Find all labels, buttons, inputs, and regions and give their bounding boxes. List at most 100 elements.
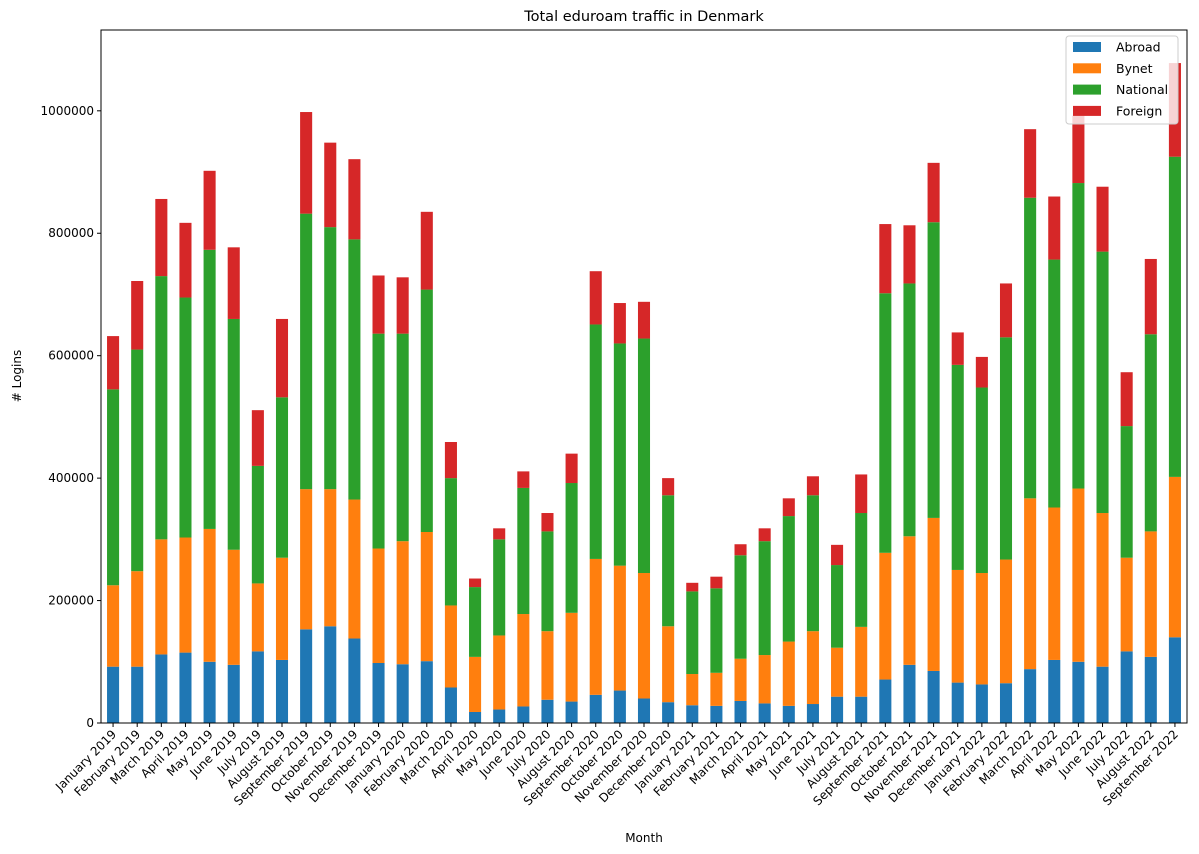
bar-abroad-33 bbox=[903, 664, 916, 723]
bar-bynet-17 bbox=[517, 614, 530, 707]
bar-bynet-9 bbox=[324, 489, 337, 627]
bar-bynet-15 bbox=[469, 656, 482, 712]
bar-foreign-16 bbox=[493, 528, 506, 540]
bar-foreign-14 bbox=[444, 442, 457, 479]
bar-national-43 bbox=[1144, 334, 1157, 532]
bar-foreign-30 bbox=[831, 544, 844, 566]
bar-foreign-36 bbox=[975, 356, 988, 388]
bar-national-4 bbox=[203, 249, 216, 529]
bar-abroad-14 bbox=[444, 687, 457, 723]
bar-foreign-33 bbox=[903, 225, 916, 284]
y-tick-label: 0 bbox=[86, 716, 94, 730]
bar-foreign-40 bbox=[1072, 115, 1085, 184]
bar-national-23 bbox=[662, 495, 675, 627]
bar-abroad-34 bbox=[927, 670, 940, 723]
bar-national-36 bbox=[975, 387, 988, 574]
bar-foreign-19 bbox=[565, 453, 578, 484]
bar-abroad-24 bbox=[686, 705, 699, 723]
y-axis-label: # Logins bbox=[10, 350, 24, 403]
legend-swatch-national bbox=[1073, 84, 1101, 95]
bar-national-10 bbox=[348, 239, 361, 500]
bar-national-6 bbox=[251, 465, 264, 584]
bar-national-13 bbox=[420, 289, 433, 532]
bar-abroad-15 bbox=[469, 711, 482, 723]
bar-bynet-8 bbox=[300, 489, 313, 630]
bar-abroad-41 bbox=[1096, 666, 1109, 723]
bar-foreign-31 bbox=[855, 474, 868, 514]
bar-national-12 bbox=[396, 333, 409, 542]
bar-foreign-39 bbox=[1048, 196, 1061, 260]
bar-bynet-25 bbox=[710, 672, 723, 706]
legend-swatch-abroad bbox=[1073, 42, 1101, 52]
bar-foreign-15 bbox=[469, 578, 482, 588]
bar-abroad-36 bbox=[975, 684, 988, 723]
bar-abroad-32 bbox=[879, 679, 892, 723]
bar-national-14 bbox=[444, 478, 457, 606]
bar-national-44 bbox=[1168, 156, 1181, 477]
bar-bynet-29 bbox=[806, 631, 819, 705]
bar-bynet-33 bbox=[903, 536, 916, 665]
bar-national-40 bbox=[1072, 183, 1085, 489]
bar-national-8 bbox=[300, 213, 313, 490]
bar-abroad-5 bbox=[227, 664, 240, 723]
bar-abroad-20 bbox=[589, 694, 602, 723]
bar-national-27 bbox=[758, 541, 771, 656]
bar-abroad-19 bbox=[565, 701, 578, 723]
bar-bynet-23 bbox=[662, 626, 675, 703]
bar-abroad-28 bbox=[782, 705, 795, 723]
bar-bynet-13 bbox=[420, 531, 433, 662]
bar-bynet-30 bbox=[831, 647, 844, 697]
bar-foreign-23 bbox=[662, 478, 675, 496]
bar-bynet-11 bbox=[372, 548, 385, 664]
bar-national-9 bbox=[324, 227, 337, 490]
bar-bynet-3 bbox=[179, 537, 192, 653]
bar-abroad-12 bbox=[396, 664, 409, 723]
bar-national-20 bbox=[589, 324, 602, 559]
x-axis: January 2019February 2019March 2019April… bbox=[52, 723, 1181, 808]
bar-bynet-39 bbox=[1048, 507, 1061, 660]
bar-foreign-17 bbox=[517, 471, 530, 488]
bar-abroad-0 bbox=[107, 666, 120, 723]
bar-bynet-14 bbox=[444, 605, 457, 688]
bar-national-21 bbox=[613, 343, 626, 566]
bar-abroad-13 bbox=[420, 661, 433, 723]
bar-foreign-18 bbox=[541, 513, 554, 532]
bar-national-16 bbox=[493, 539, 506, 636]
legend-swatch-foreign bbox=[1073, 105, 1101, 116]
bar-abroad-6 bbox=[251, 651, 264, 723]
bar-abroad-23 bbox=[662, 702, 675, 723]
bar-national-26 bbox=[734, 555, 747, 659]
bar-abroad-26 bbox=[734, 700, 747, 723]
bar-bynet-43 bbox=[1144, 531, 1157, 657]
bar-national-18 bbox=[541, 531, 554, 632]
bar-bynet-37 bbox=[999, 559, 1013, 684]
bar-abroad-35 bbox=[951, 682, 964, 723]
bar-foreign-2 bbox=[155, 198, 168, 277]
bar-national-30 bbox=[831, 565, 844, 648]
bar-foreign-10 bbox=[348, 159, 361, 240]
y-tick-label: 200000 bbox=[48, 594, 94, 608]
bar-foreign-3 bbox=[179, 222, 192, 298]
bar-bynet-1 bbox=[131, 571, 144, 667]
bar-national-24 bbox=[686, 591, 699, 675]
bar-national-33 bbox=[903, 283, 916, 537]
y-tick-label: 400000 bbox=[48, 471, 94, 485]
bar-national-35 bbox=[951, 364, 964, 570]
bar-national-5 bbox=[227, 318, 240, 550]
bar-foreign-12 bbox=[396, 277, 409, 334]
bar-abroad-44 bbox=[1168, 637, 1181, 723]
bar-foreign-4 bbox=[203, 170, 216, 250]
bar-national-2 bbox=[155, 276, 168, 540]
bar-bynet-2 bbox=[155, 539, 168, 655]
bar-national-3 bbox=[179, 297, 192, 538]
bar-abroad-27 bbox=[758, 703, 771, 723]
bar-abroad-3 bbox=[179, 652, 192, 723]
bar-foreign-13 bbox=[420, 211, 433, 290]
bar-bynet-10 bbox=[348, 499, 361, 639]
bar-national-25 bbox=[710, 588, 723, 673]
bar-national-11 bbox=[372, 333, 385, 549]
bar-bynet-24 bbox=[686, 674, 699, 706]
bar-bynet-20 bbox=[589, 558, 602, 695]
bar-bynet-5 bbox=[227, 549, 240, 665]
bar-abroad-42 bbox=[1120, 651, 1133, 723]
